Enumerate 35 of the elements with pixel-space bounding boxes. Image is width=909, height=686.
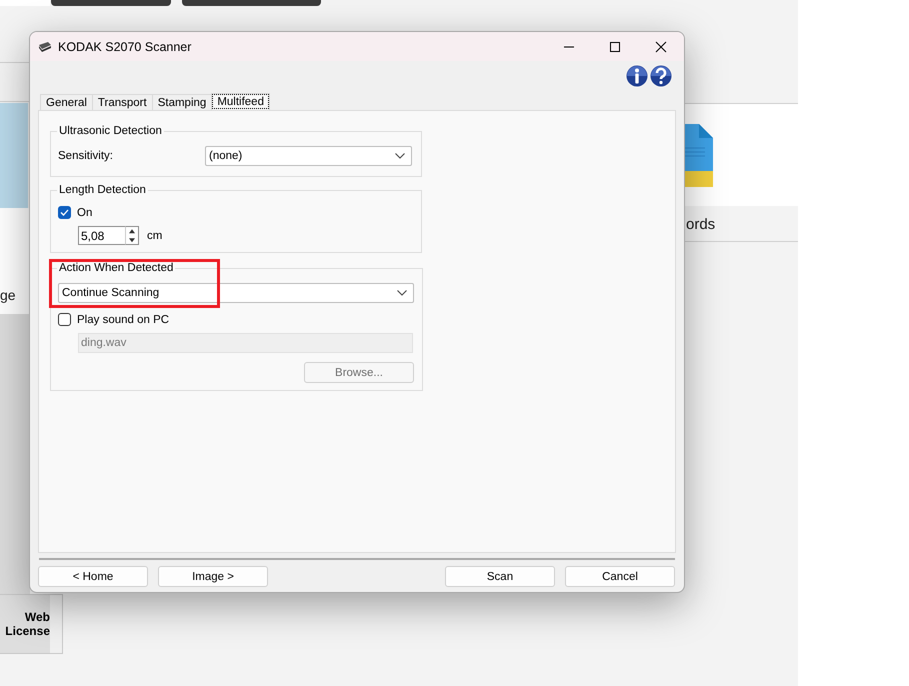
document-icon	[685, 124, 713, 187]
tab[interactable]: Stamping	[152, 94, 212, 110]
length-field[interactable]: 5,08	[78, 226, 125, 245]
chevron-icon	[395, 153, 405, 159]
tab[interactable]: Multifeed	[211, 93, 270, 110]
tab[interactable]: Transport	[92, 94, 153, 110]
close-icon	[655, 40, 667, 52]
help-icon[interactable]	[650, 65, 672, 87]
checkbox[interactable]	[58, 206, 71, 219]
checkbox-label: Play sound on PC	[77, 314, 170, 326]
footer-button[interactable]: Cancel	[565, 566, 675, 587]
chevron-icon	[397, 290, 407, 296]
minimize-icon	[563, 46, 575, 48]
group-title: Ultrasonic Detection	[58, 125, 163, 137]
maximize-icon	[609, 40, 621, 52]
window-title: KODAK S2070 Scanner	[58, 40, 192, 54]
label-text: ords	[686, 216, 716, 233]
unit-label: cm	[147, 230, 162, 242]
sensitivity-dropdown[interactable]: (none)	[205, 146, 412, 166]
spin-buttons[interactable]	[125, 226, 139, 245]
scanner-icon	[38, 40, 52, 52]
label-text: ge	[0, 287, 16, 303]
group-title: Length Detection	[58, 184, 147, 196]
footer-button[interactable]: < Home	[38, 566, 148, 587]
up-arrow-icon	[126, 227, 138, 236]
group-title: Action When Detected	[58, 262, 174, 274]
action-dropdown[interactable]: Continue Scanning	[58, 283, 414, 303]
info-icon[interactable]	[626, 65, 648, 87]
footer-button[interactable]: Image >	[158, 566, 268, 587]
checkbox-label: On	[77, 206, 92, 218]
tab[interactable]: General	[40, 94, 93, 110]
footer-button[interactable]: Scan	[445, 566, 555, 587]
field-label: Sensitivity:	[58, 150, 114, 162]
checkbox[interactable]	[58, 313, 71, 326]
browse-button[interactable]: Browse...	[304, 362, 414, 383]
